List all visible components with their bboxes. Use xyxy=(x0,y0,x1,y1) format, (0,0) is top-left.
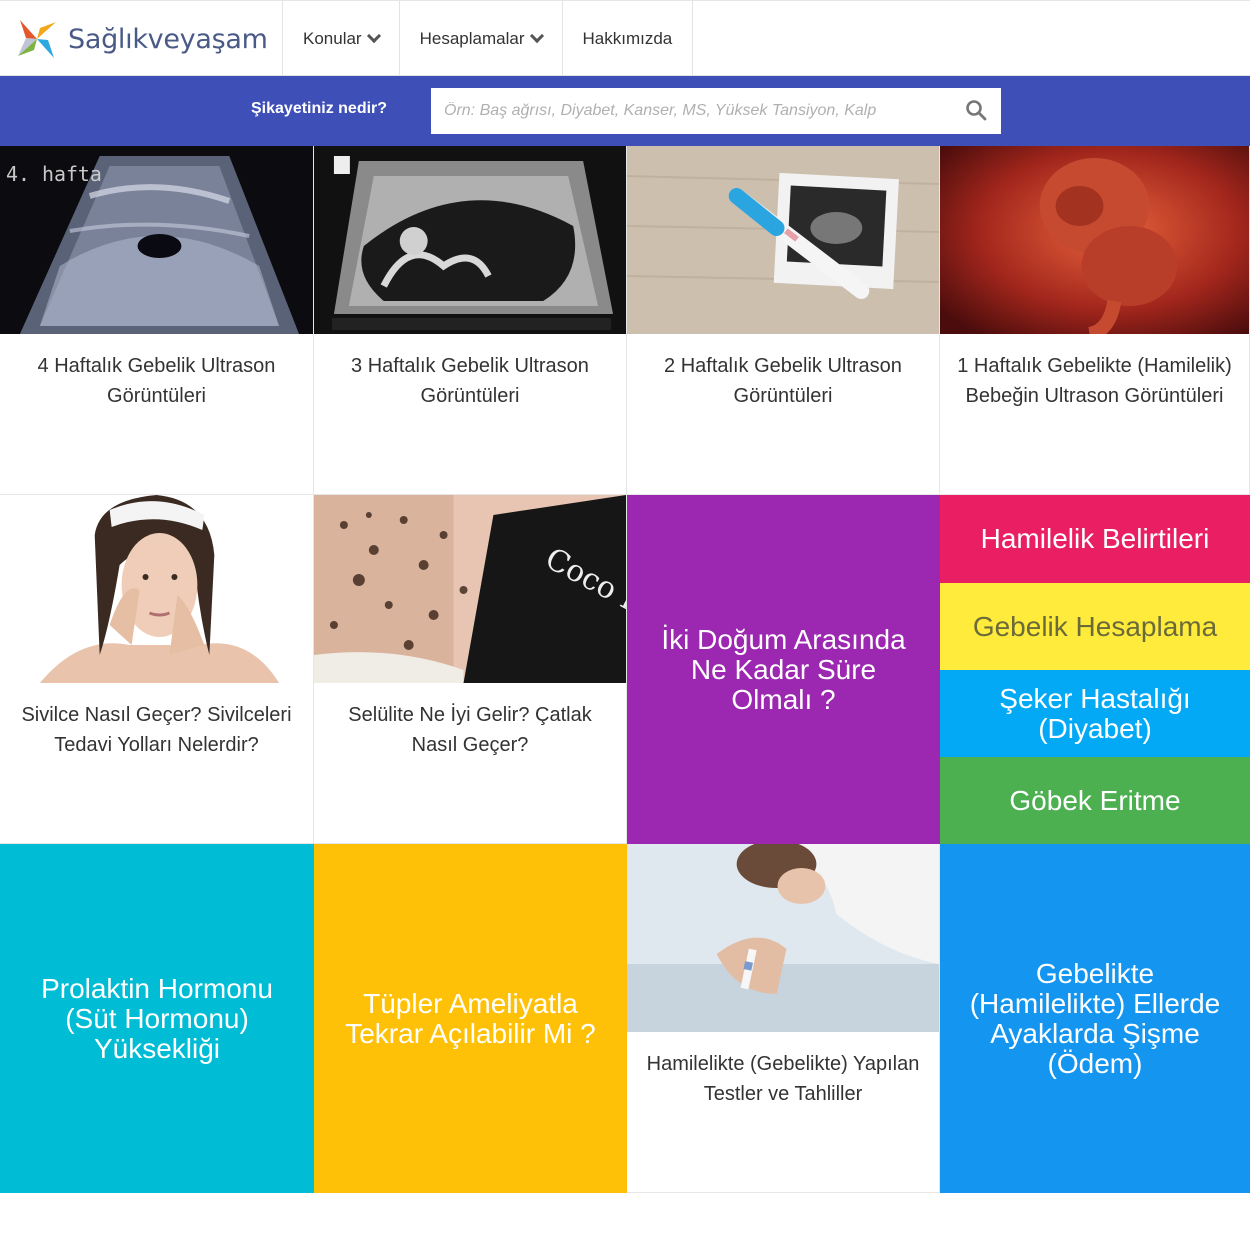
tile-title: Gebelikte (Hamilelikte) Ellerde Ayaklard… xyxy=(969,957,1221,1079)
category-tile[interactable]: Gebelik Hesaplama xyxy=(940,583,1250,670)
card-title: Hamilelikte (Gebelikte) Yapılan Testler … xyxy=(646,1053,920,1105)
card-title: Selülite Ne İyi Gelir? Çatlak Nasıl Geçe… xyxy=(348,704,592,756)
tile-title: İki Doğum Arasında Ne Kadar Süre Olmalı … xyxy=(661,623,906,715)
ultrasound-image: 4. hafta xyxy=(0,146,313,334)
article-card[interactable]: Sivilce Nasıl Geçer? Sivilceleri Tedavi … xyxy=(0,495,314,844)
category-tile[interactable]: İki Doğum Arasında Ne Kadar Süre Olmalı … xyxy=(627,495,940,844)
search-label: Şikayetiniz nedir? xyxy=(251,100,388,117)
category-tile[interactable]: Prolaktin Hormonu (Süt Hormonu) Yüksekli… xyxy=(0,844,314,1193)
site-logo[interactable]: Sağlıkveyaşam xyxy=(14,15,268,63)
category-tile[interactable]: Göbek Eritme xyxy=(940,757,1250,844)
woman-acne-image xyxy=(0,495,313,683)
ultrasound-image xyxy=(314,146,626,334)
tile-title: Hamilelik Belirtileri xyxy=(980,523,1210,554)
main-nav: Konular Hesaplamalar Hakkımızda xyxy=(282,1,694,76)
tile-title: Göbek Eritme xyxy=(1009,784,1181,816)
nav-label: Hakkımızda xyxy=(582,28,673,48)
article-card[interactable]: 3 Haftalık Gebelik Ultrason Görüntüleri xyxy=(314,146,627,495)
card-title: 4 Haftalık Gebelik Ultrason Görüntüleri xyxy=(37,355,276,407)
category-tile[interactable]: Gebelikte (Hamilelikte) Ellerde Ayaklard… xyxy=(940,844,1250,1193)
article-card[interactable]: 2 Haftalık Gebelik Ultrason Görüntüleri xyxy=(627,146,940,495)
category-tile[interactable]: Hamilelik Belirtileri xyxy=(940,495,1250,583)
tile-title: Gebelik Hesaplama xyxy=(972,610,1218,642)
nav-label: Hesaplamalar xyxy=(419,28,525,48)
nav-label: Konular xyxy=(303,28,362,48)
search-box xyxy=(431,88,1001,134)
article-card[interactable]: Coco B Coffee Selülite Ne İyi Gelir? Çat… xyxy=(314,495,627,844)
woman-pregnancy-test-image xyxy=(627,844,939,1032)
nav-konular[interactable]: Konular xyxy=(282,1,399,76)
search-icon[interactable] xyxy=(965,99,987,121)
card-title: 2 Haftalık Gebelik Ultrason Görüntüleri xyxy=(664,355,902,407)
category-tile[interactable]: Tüpler Ameliyatla Tekrar Açılabilir Mi ? xyxy=(314,844,627,1193)
image-week-label: 4. hafta xyxy=(6,162,102,186)
card-title: Sivilce Nasıl Geçer? Sivilceleri Tedavi … xyxy=(21,704,292,756)
category-tile[interactable]: Şeker Hastalığı (Diyabet) xyxy=(940,670,1250,757)
tile-title: Prolaktin Hormonu (Süt Hormonu) Yüksekli… xyxy=(41,972,273,1064)
symptom-search-bar: Şikayetiniz nedir? xyxy=(0,76,1250,146)
embryo-image xyxy=(940,146,1249,334)
pregnancy-test-image xyxy=(627,146,939,334)
nav-hakkimizda[interactable]: Hakkımızda xyxy=(561,1,694,76)
coffee-scrub-image: Coco B Coffee xyxy=(314,495,626,683)
tile-title: Tüpler Ameliyatla Tekrar Açılabilir Mi ? xyxy=(345,987,596,1049)
card-title: 1 Haftalık Gebelikte (Hamilelik) Bebeğin… xyxy=(957,355,1232,407)
site-header: Sağlıkveyaşam Konular Hesaplamalar Hakkı… xyxy=(0,0,1250,76)
card-title: 3 Haftalık Gebelik Ultrason Görüntüleri xyxy=(351,355,589,407)
chevron-down-icon xyxy=(366,28,381,43)
search-input[interactable] xyxy=(431,88,951,134)
pinwheel-logo-icon xyxy=(18,20,56,58)
nav-hesaplamalar[interactable]: Hesaplamalar xyxy=(398,1,562,76)
article-card[interactable]: 4. hafta 4 Haftalık Gebelik Ultrason Gör… xyxy=(0,146,314,495)
article-card[interactable]: 1 Haftalık Gebelikte (Hamilelik) Bebeğin… xyxy=(940,146,1250,495)
chevron-down-icon xyxy=(529,28,544,43)
article-card[interactable]: Hamilelikte (Gebelikte) Yapılan Testler … xyxy=(627,844,940,1193)
logo-text: Sağlıkveyaşam xyxy=(68,23,268,55)
tile-title: Şeker Hastalığı (Diyabet) xyxy=(999,682,1191,744)
